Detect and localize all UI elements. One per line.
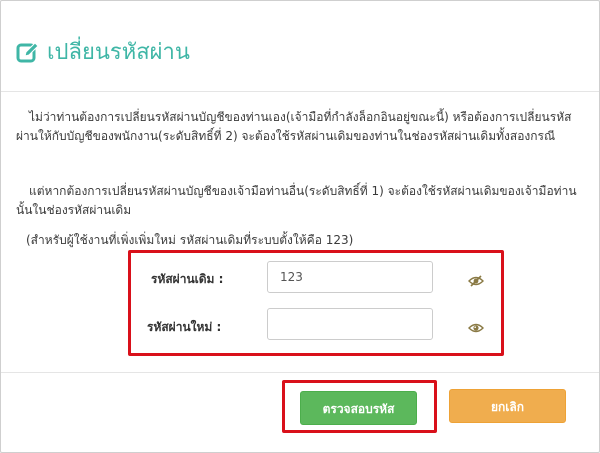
dialog-footer: ตรวจสอบรหัส ยกเลิก xyxy=(1,372,599,452)
dialog-header: เปลี่ยนรหัสผ่าน xyxy=(1,1,599,92)
cancel-button[interactable]: ยกเลิก xyxy=(449,389,566,423)
verify-password-button[interactable]: ตรวจสอบรหัส xyxy=(300,391,417,425)
old-password-label: รหัสผ่านเดิม : xyxy=(151,272,224,286)
edit-icon xyxy=(16,41,40,65)
new-password-label: รหัสผ่านใหม่ : xyxy=(147,320,222,334)
change-password-dialog: เปลี่ยนรหัสผ่าน ไม่ว่าท่านต้องการเปลี่ยน… xyxy=(0,0,600,453)
eye-slash-icon[interactable] xyxy=(468,272,484,287)
new-password-input[interactable] xyxy=(267,308,433,340)
default-password-note: (สำหรับผู้ใช้งานที่เพิ่งเพิ่มใหม่ รหัสผ่… xyxy=(26,233,354,247)
confirm-button-highlight: ตรวจสอบรหัส xyxy=(282,380,437,433)
password-form-highlight: รหัสผ่านเดิม : รหัสผ่านใหม่ : xyxy=(128,250,504,356)
dialog-title: เปลี่ยนรหัสผ่าน xyxy=(47,40,190,65)
instruction-paragraph-2: แต่หากต้องการเปลี่ยนรหัสผ่านบัญชีของเจ้า… xyxy=(16,184,577,217)
instruction-paragraph-1: ไม่ว่าท่านต้องการเปลี่ยนรหัสผ่านบัญชีของ… xyxy=(16,110,572,143)
eye-icon[interactable] xyxy=(468,319,484,333)
dialog-body: ไม่ว่าท่านต้องการเปลี่ยนรหัสผ่านบัญชีของ… xyxy=(1,92,599,372)
old-password-input[interactable] xyxy=(267,261,433,293)
